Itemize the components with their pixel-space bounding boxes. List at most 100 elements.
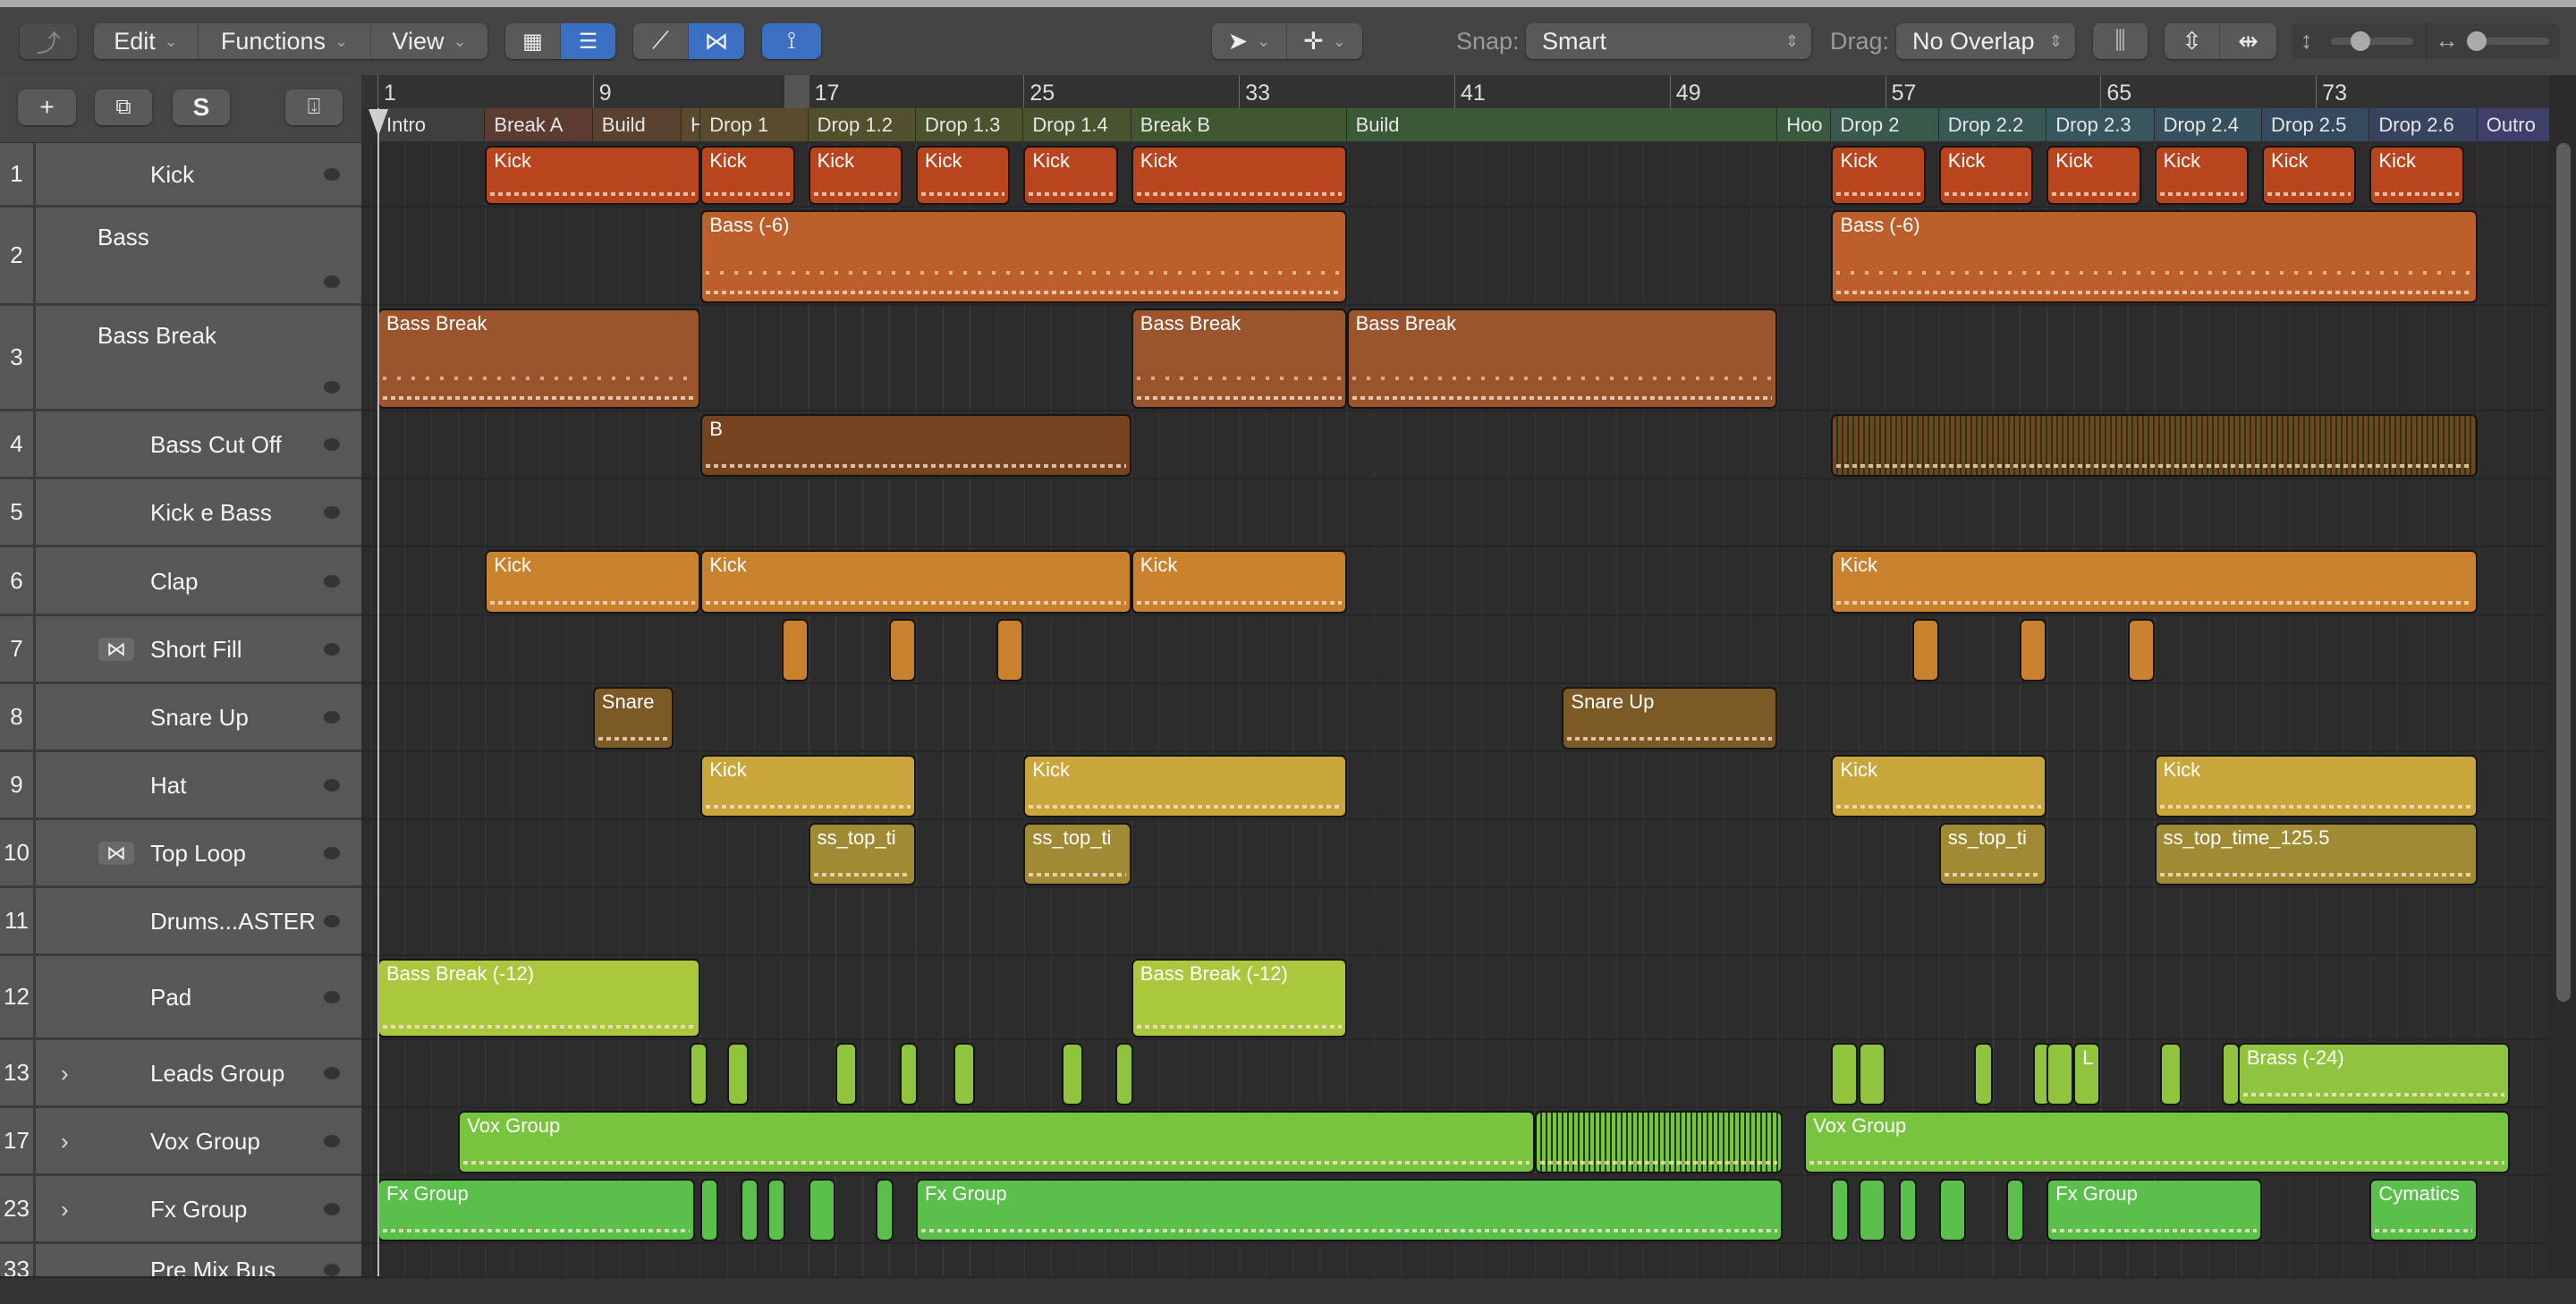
region[interactable]: Vox Group xyxy=(1804,1111,2510,1173)
marker-drop-2-6[interactable]: Drop 2.6 xyxy=(2369,108,2478,141)
new-track-with-settings-button[interactable]: ⧉ xyxy=(95,89,152,125)
region[interactable]: Kick xyxy=(2369,146,2464,205)
bar-ruler[interactable]: 1 9 17 25 33 41 49 57 65 73 xyxy=(361,75,2576,108)
track-header[interactable]: 7 Short Fill ⋈ xyxy=(0,616,361,684)
record-enable-dot[interactable] xyxy=(324,438,340,451)
region[interactable] xyxy=(1831,414,2478,477)
marker-drop-2-5[interactable]: Drop 2.5 xyxy=(2262,108,2370,141)
disclosure-chevron-icon[interactable]: › xyxy=(61,1060,69,1088)
track-header[interactable]: 13 Leads Group › xyxy=(0,1040,361,1108)
record-enable-dot[interactable] xyxy=(324,847,340,859)
region[interactable] xyxy=(1061,1043,1083,1105)
record-enable-dot[interactable] xyxy=(324,1135,340,1147)
region[interactable] xyxy=(1973,1043,1993,1105)
record-enable-dot[interactable] xyxy=(324,574,340,588)
crosshair-tool-menu[interactable]: ✛ ⌄ xyxy=(1287,23,1362,59)
region[interactable]: Kick xyxy=(485,146,701,205)
region[interactable]: Bass (-6) xyxy=(1831,210,2478,303)
vertical-zoom-thumb[interactable] xyxy=(2351,31,2370,51)
region[interactable]: Bass Break xyxy=(377,309,701,409)
record-enable-dot[interactable] xyxy=(324,991,340,1003)
marker-drop-1-3[interactable]: Drop 1.3 xyxy=(916,108,1024,141)
record-enable-dot[interactable] xyxy=(324,711,340,724)
region[interactable] xyxy=(781,619,809,682)
region[interactable]: Kick xyxy=(916,146,1011,205)
region[interactable]: ss_top_ti xyxy=(1938,823,2047,885)
vertical-auto-zoom-button[interactable]: ⇳ xyxy=(2165,23,2220,59)
disclosure-chevron-icon[interactable]: › xyxy=(61,1128,69,1156)
region[interactable] xyxy=(700,1179,719,1241)
region[interactable] xyxy=(1911,619,1939,682)
region[interactable]: Kick xyxy=(1831,550,2478,614)
back-button[interactable]: ⤴ xyxy=(20,23,77,59)
track-name[interactable]: Kick xyxy=(150,161,194,189)
track-header[interactable]: 10 Top Loop ⋈ xyxy=(0,820,361,888)
drag-select[interactable]: No Overlap ⇕ xyxy=(1896,23,2075,59)
record-enable-dot[interactable] xyxy=(324,506,340,519)
track-header[interactable]: 11 Drums...ASTER xyxy=(0,888,361,956)
waveform-zoom-button[interactable]: ⫼ xyxy=(2093,23,2148,59)
track-name[interactable]: Drums...ASTER xyxy=(150,908,316,936)
region[interactable]: Kick xyxy=(1131,146,1347,205)
region[interactable]: Kick xyxy=(700,146,795,205)
track-name[interactable]: Bass Cut Off xyxy=(150,431,282,459)
track-name[interactable]: Hat xyxy=(150,772,186,800)
record-enable-dot[interactable] xyxy=(324,779,340,792)
record-enable-dot[interactable] xyxy=(324,915,340,927)
flex-icon[interactable]: ⋈ xyxy=(98,638,134,661)
track-header[interactable]: 4 Bass Cut Off xyxy=(0,411,361,479)
solo-button[interactable]: S xyxy=(173,89,230,125)
import-button[interactable]: ⍗ xyxy=(285,89,343,125)
region[interactable] xyxy=(888,619,916,682)
region[interactable] xyxy=(1831,1179,1850,1241)
track-header[interactable]: 17 Vox Group › xyxy=(0,1108,361,1176)
region[interactable] xyxy=(2159,1043,2182,1105)
track-name[interactable]: Leads Group xyxy=(150,1060,284,1088)
region[interactable]: B xyxy=(700,414,1131,477)
track-header[interactable]: 6 Clap xyxy=(0,547,361,616)
region[interactable]: Fx Group xyxy=(916,1179,1784,1241)
region[interactable] xyxy=(835,1043,857,1105)
region[interactable]: Bass Break (-12) xyxy=(1131,959,1347,1037)
region[interactable] xyxy=(953,1043,976,1105)
add-track-button[interactable]: + xyxy=(18,89,76,125)
flex-icon[interactable]: ⋈ xyxy=(98,842,134,865)
track-name[interactable]: Short Fill xyxy=(150,636,242,664)
region[interactable]: Cymatics xyxy=(2369,1179,2478,1241)
region[interactable] xyxy=(2020,619,2047,682)
region[interactable]: Kick xyxy=(2046,146,2141,205)
track-name[interactable]: Snare Up xyxy=(150,704,249,732)
region[interactable] xyxy=(727,1043,750,1105)
region[interactable] xyxy=(767,1179,786,1241)
region[interactable] xyxy=(996,619,1024,682)
region[interactable]: Bass Break (-12) xyxy=(377,959,701,1037)
track-name[interactable]: Fx Group xyxy=(150,1196,247,1224)
region[interactable]: Kick xyxy=(700,550,1131,614)
catch-playhead-button[interactable]: ⟟ xyxy=(762,23,821,59)
playhead-handle[interactable] xyxy=(369,109,388,136)
record-enable-dot[interactable] xyxy=(324,1067,340,1080)
region[interactable]: Bass Break xyxy=(1131,309,1347,409)
arrange-area[interactable]: Kick Kick Kick Kick Kick Kick Kick Kick Kick Kick… xyxy=(361,143,2549,1276)
region[interactable] xyxy=(1114,1043,1133,1105)
region[interactable] xyxy=(2127,619,2155,682)
region[interactable]: Vox Group xyxy=(458,1111,1536,1173)
record-enable-dot[interactable] xyxy=(324,168,340,181)
marker-intro[interactable]: Intro xyxy=(377,108,486,141)
marker-build[interactable]: Build xyxy=(1346,108,1778,141)
region[interactable]: Bass Break xyxy=(1346,309,1778,409)
region[interactable]: Snare Up xyxy=(1562,687,1778,749)
track-header[interactable]: 9 Hat xyxy=(0,752,361,820)
region[interactable] xyxy=(2046,1043,2074,1105)
track-header[interactable]: 2 Bass xyxy=(0,207,361,306)
view-menu[interactable]: View ⌄ xyxy=(371,23,487,59)
region[interactable] xyxy=(899,1043,918,1105)
track-name[interactable]: Top Loop xyxy=(150,840,246,868)
marker-drop-1-4[interactable]: Drop 1.4 xyxy=(1023,108,1131,141)
cycle-locator[interactable] xyxy=(784,75,809,108)
region[interactable] xyxy=(1858,1043,1885,1105)
track-header[interactable]: 1 Kick xyxy=(0,143,361,207)
region[interactable]: Kick xyxy=(1023,755,1347,817)
region[interactable] xyxy=(1858,1179,1885,1241)
vertical-scrollbar[interactable] xyxy=(2556,143,2571,1002)
